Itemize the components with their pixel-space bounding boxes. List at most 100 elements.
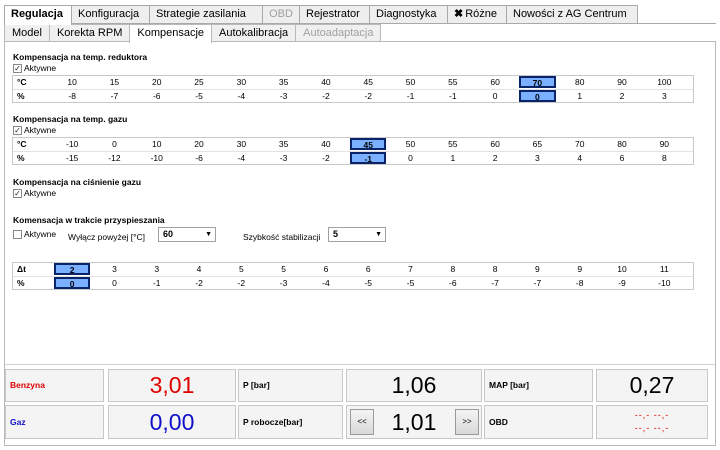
grid-cell[interactable]: 35 <box>262 138 304 151</box>
grid-cell[interactable]: 0 <box>93 138 135 151</box>
grid-cell[interactable]: 8 <box>643 152 685 164</box>
grid-cell[interactable]: 80 <box>601 138 643 151</box>
grid-cell[interactable]: 3 <box>643 90 685 102</box>
grid-cell[interactable]: -7 <box>516 277 558 289</box>
prev-button[interactable]: << <box>350 409 374 435</box>
grid-cell[interactable]: -8 <box>559 277 601 289</box>
grid-cell[interactable]: 65 <box>516 138 558 151</box>
grid-cell[interactable]: 8 <box>432 263 474 276</box>
grid-cell[interactable]: -7 <box>474 277 516 289</box>
grid-cell[interactable]: -1 <box>347 152 389 164</box>
grid-cell[interactable]: -1 <box>136 277 178 289</box>
grid-cell[interactable]: 10 <box>601 263 643 276</box>
grid-cell[interactable]: -1 <box>389 90 431 102</box>
grid-cell[interactable]: -8 <box>51 90 93 102</box>
grid-cell[interactable]: -6 <box>136 90 178 102</box>
checkbox-aktywne-reduktor[interactable]: ✓ Aktywne <box>13 63 56 73</box>
grid-cell[interactable]: -1 <box>432 90 474 102</box>
grid-cell[interactable]: 8 <box>474 263 516 276</box>
tab-nowosci[interactable]: Nowości z AG Centrum <box>506 5 638 24</box>
grid-cell[interactable]: 0 <box>389 152 431 164</box>
grid-cell[interactable]: 9 <box>559 263 601 276</box>
grid-cell[interactable]: 90 <box>601 76 643 89</box>
grid-cell[interactable]: 7 <box>389 263 431 276</box>
tab-model[interactable]: Model <box>4 24 50 42</box>
grid-cell[interactable]: -6 <box>178 152 220 164</box>
grid-cell[interactable]: 2 <box>474 152 516 164</box>
grid-cell[interactable]: -5 <box>389 277 431 289</box>
grid-cell[interactable]: -9 <box>601 277 643 289</box>
grid-cell[interactable]: 6 <box>305 263 347 276</box>
grid-cell[interactable]: 4 <box>178 263 220 276</box>
tab-strategie-zasilania[interactable]: Strategie zasilania <box>149 5 263 24</box>
grid-cell[interactable]: 0 <box>51 277 93 289</box>
grid-cell[interactable]: 100 <box>643 76 685 89</box>
tab-obd[interactable]: OBD <box>262 5 300 24</box>
grid-cell[interactable]: 2 <box>601 90 643 102</box>
grid-cell[interactable]: -2 <box>220 277 262 289</box>
grid-cell[interactable]: 35 <box>262 76 304 89</box>
grid-cell[interactable]: -5 <box>347 277 389 289</box>
grid-cell[interactable]: -2 <box>305 90 347 102</box>
tab-autokalibracja[interactable]: Autokalibracja <box>211 24 297 42</box>
grid-cell[interactable]: 6 <box>347 263 389 276</box>
grid-cell[interactable]: 70 <box>516 76 558 89</box>
grid-cell[interactable]: 55 <box>432 76 474 89</box>
grid-cell[interactable]: 0 <box>516 90 558 102</box>
grid-cell[interactable]: -4 <box>305 277 347 289</box>
grid-cell[interactable]: -15 <box>51 152 93 164</box>
grid-cell[interactable]: 0 <box>93 277 135 289</box>
grid-cell[interactable]: 50 <box>389 138 431 151</box>
checkbox-aktywne-cisnienie[interactable]: ✓ Aktywne <box>13 188 56 198</box>
grid-cell[interactable]: -5 <box>178 90 220 102</box>
grid-cell[interactable]: -6 <box>432 277 474 289</box>
grid-cell[interactable]: 40 <box>305 76 347 89</box>
grid-cell[interactable]: -12 <box>93 152 135 164</box>
grid-cell[interactable]: 11 <box>643 263 685 276</box>
checkbox-aktywne-przyspieszanie[interactable]: Aktywne <box>13 229 56 239</box>
grid-cell[interactable]: -7 <box>93 90 135 102</box>
grid-cell[interactable]: -10 <box>643 277 685 289</box>
grid-cell[interactable]: 45 <box>347 138 389 151</box>
grid-cell[interactable]: 1 <box>559 90 601 102</box>
grid-cell[interactable]: -4 <box>220 152 262 164</box>
tab-korekta-rpm[interactable]: Korekta RPM <box>48 24 131 42</box>
grid-cell[interactable]: 10 <box>51 76 93 89</box>
grid-cell[interactable]: 60 <box>474 76 516 89</box>
grid-cell[interactable]: 25 <box>178 76 220 89</box>
grid-cell[interactable]: -4 <box>220 90 262 102</box>
grid-cell[interactable]: 5 <box>262 263 304 276</box>
grid-cell[interactable]: 20 <box>136 76 178 89</box>
grid-cell[interactable]: 40 <box>305 138 347 151</box>
grid-cell[interactable]: -2 <box>305 152 347 164</box>
grid-cell[interactable]: 90 <box>643 138 685 151</box>
tab-rozne[interactable]: ✖ Różne <box>447 5 507 24</box>
grid-cell[interactable]: 2 <box>51 263 93 276</box>
grid-cell[interactable]: 9 <box>516 263 558 276</box>
tab-kompensacje[interactable]: Kompensacje <box>129 24 213 43</box>
grid-cell[interactable]: 3 <box>516 152 558 164</box>
szybkosc-select[interactable]: 5 ▼ <box>328 227 386 242</box>
grid-cell[interactable]: -3 <box>262 277 304 289</box>
grid-cell[interactable]: 10 <box>136 138 178 151</box>
grid-cell[interactable]: 4 <box>559 152 601 164</box>
grid-cell[interactable]: 30 <box>220 76 262 89</box>
tab-rejestrator[interactable]: Rejestrator <box>299 5 370 24</box>
grid-cell[interactable]: 1 <box>432 152 474 164</box>
grid-cell[interactable]: 30 <box>220 138 262 151</box>
grid-cell[interactable]: -2 <box>347 90 389 102</box>
checkbox-aktywne-gaz[interactable]: ✓ Aktywne <box>13 125 56 135</box>
wylacz-select[interactable]: 60 ▼ <box>158 227 216 242</box>
grid-cell[interactable]: 50 <box>389 76 431 89</box>
tab-autoadaptacja[interactable]: Autoadaptacja <box>295 24 382 42</box>
grid-cell[interactable]: 80 <box>559 76 601 89</box>
grid-cell[interactable]: -3 <box>262 90 304 102</box>
grid-cell[interactable]: 15 <box>93 76 135 89</box>
grid-cell[interactable]: 60 <box>474 138 516 151</box>
grid-cell[interactable]: 20 <box>178 138 220 151</box>
grid-cell[interactable]: 6 <box>601 152 643 164</box>
grid-cell[interactable]: 5 <box>220 263 262 276</box>
grid-cell[interactable]: 3 <box>136 263 178 276</box>
grid-cell[interactable]: 55 <box>432 138 474 151</box>
grid-cell[interactable]: -10 <box>136 152 178 164</box>
